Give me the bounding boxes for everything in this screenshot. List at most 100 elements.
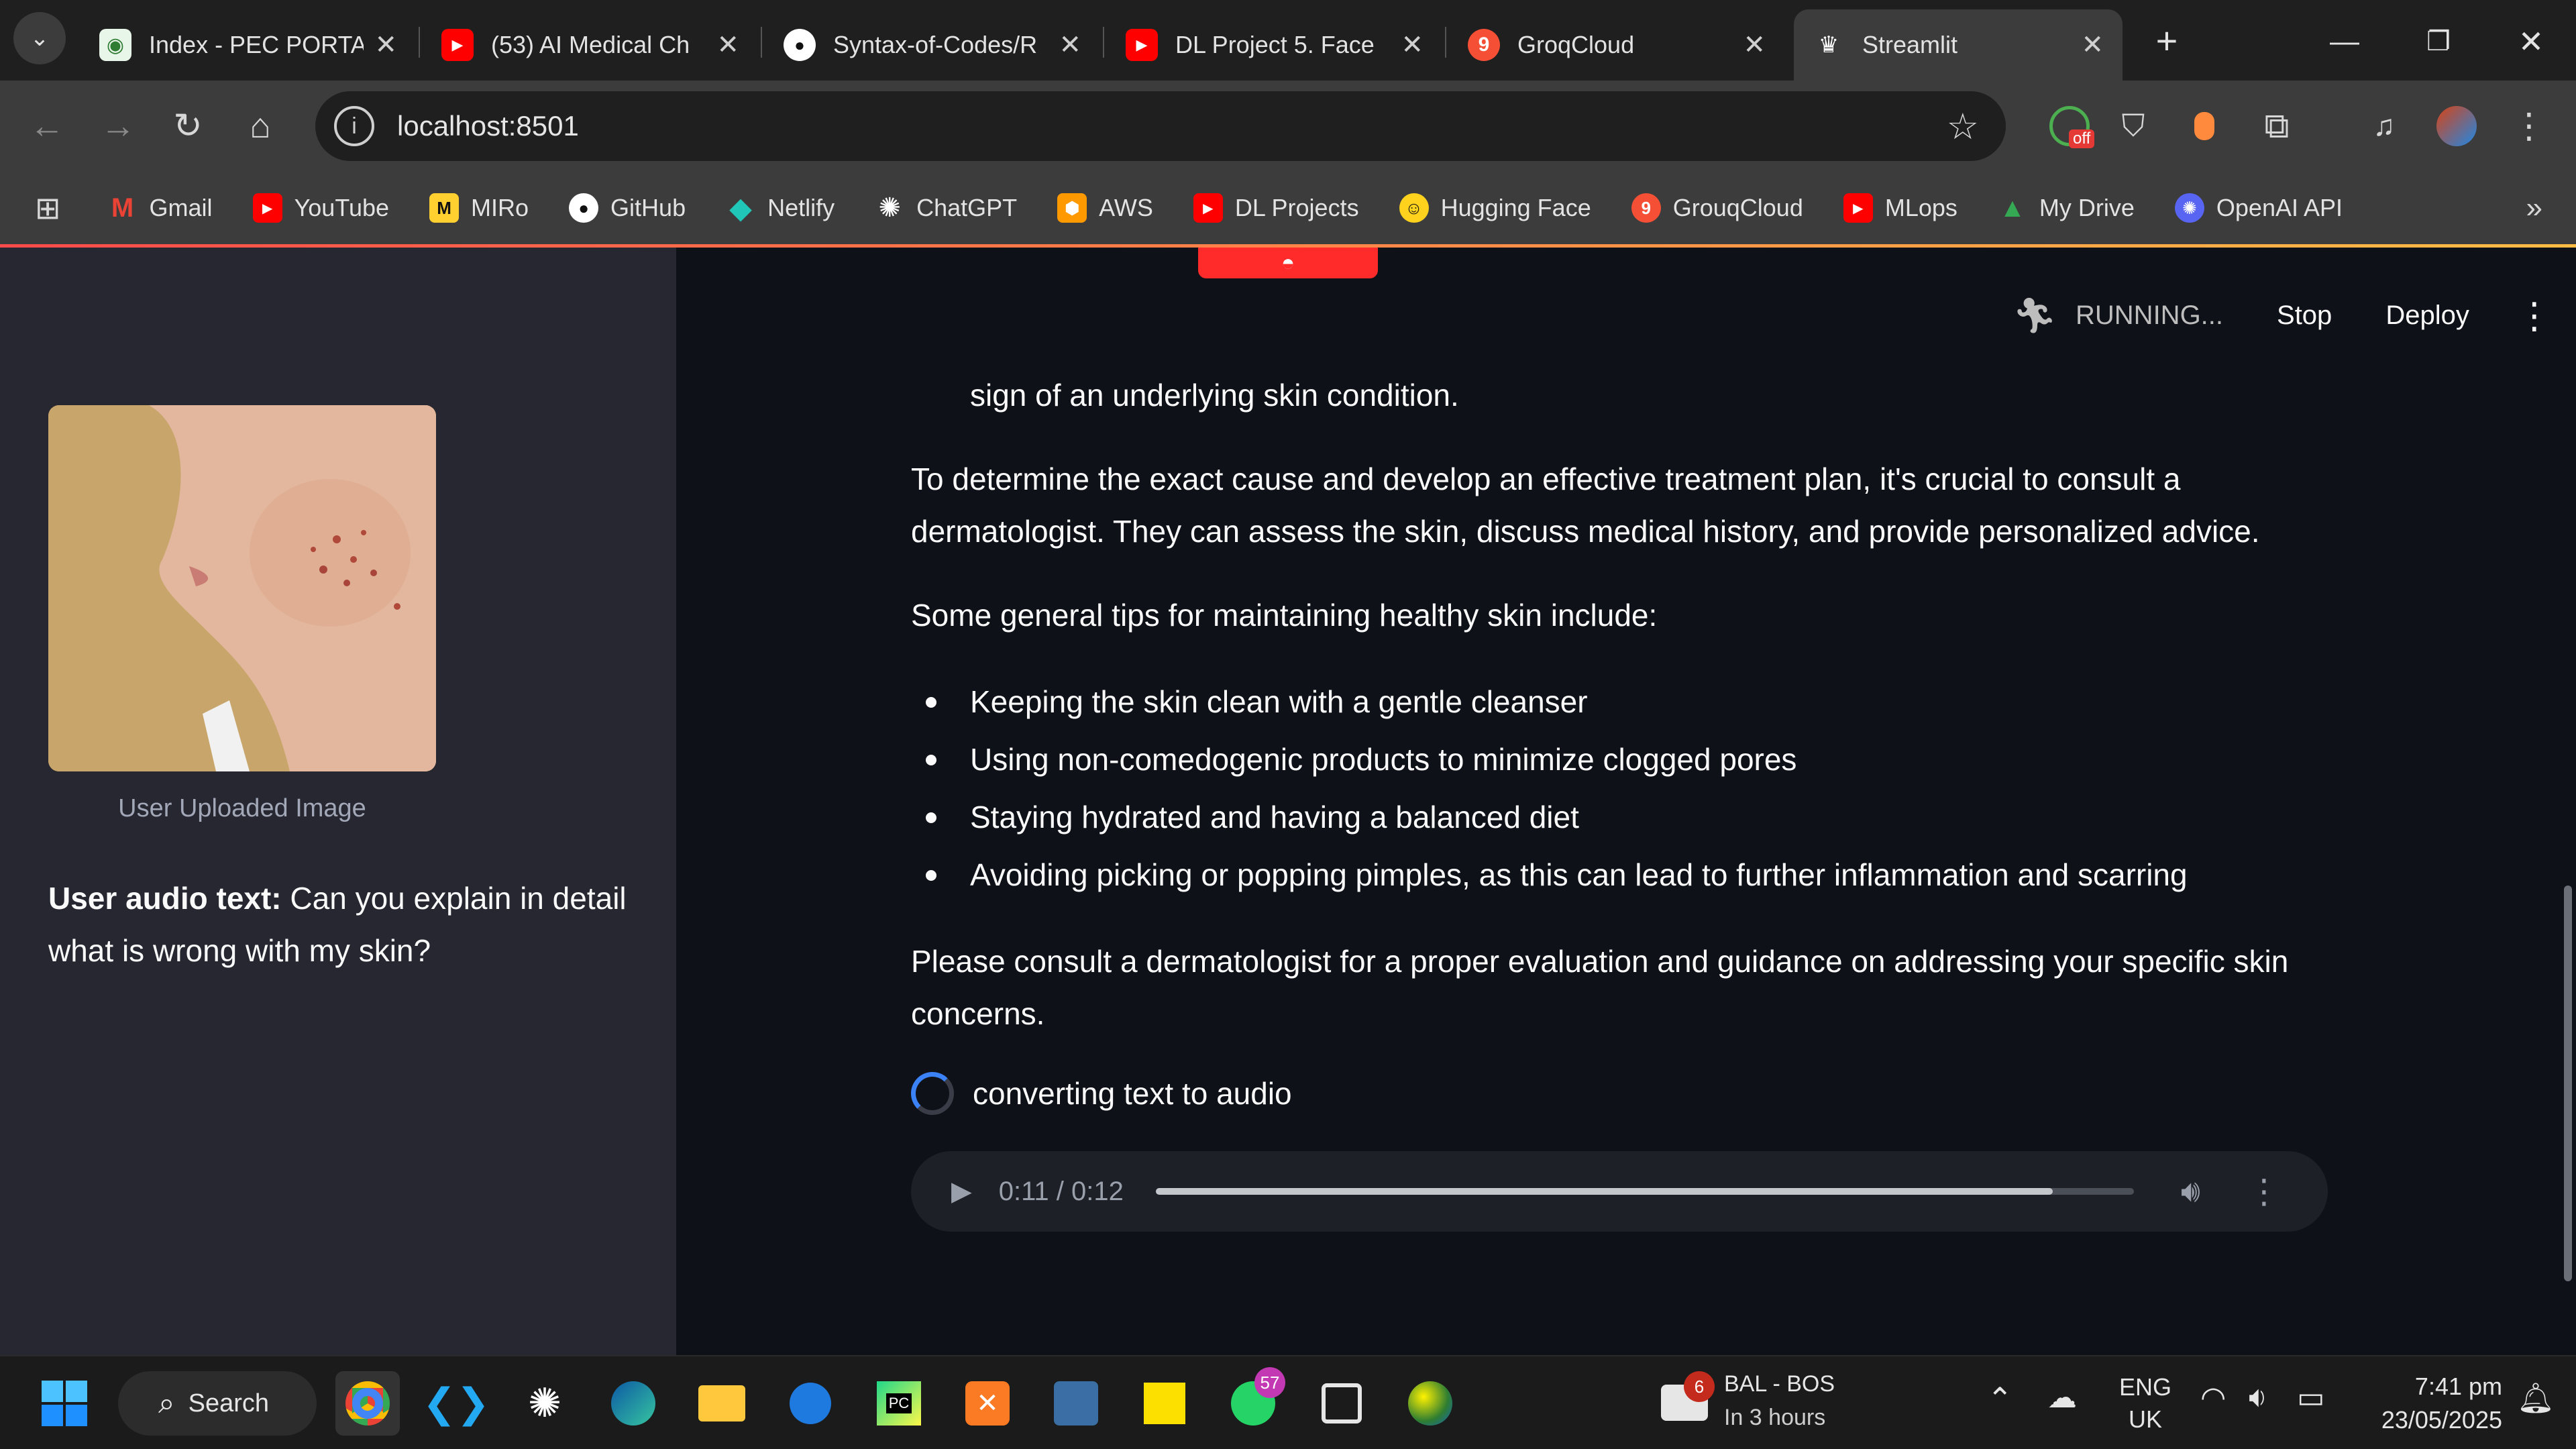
bookmark-youtube[interactable]: ▶ YouTube [252, 193, 389, 223]
tab-title: Syntax-of-Codes/R [833, 31, 1038, 58]
extension-orange-icon[interactable] [2178, 80, 2231, 172]
address-bar[interactable]: i localhost:8501 ☆ [315, 91, 2006, 161]
back-icon[interactable]: ← [20, 80, 74, 172]
home-icon[interactable]: ⌂ [233, 80, 287, 172]
whatsapp-badge: 57 [1254, 1367, 1285, 1398]
wifi-icon[interactable]: ◠ [2200, 1381, 2226, 1415]
close-icon[interactable]: ✕ [1059, 30, 1081, 60]
extension-off-icon[interactable]: off [2039, 80, 2100, 172]
tab-divider [761, 27, 762, 58]
audio-time: 0:11 / 0:12 [998, 1176, 1124, 1206]
app-globe-icon[interactable] [1398, 1371, 1462, 1436]
tab-github[interactable]: ● Syntax-of-Codes/R ✕ [765, 9, 1100, 80]
forward-icon[interactable]: → [91, 80, 145, 172]
audio-more-icon[interactable]: ⋮ [2247, 1172, 2281, 1211]
bookmark-miro[interactable]: M MIRo [429, 193, 529, 223]
tab-groqcloud[interactable]: 9 GroqCloud ✕ [1449, 9, 1784, 80]
running-status: RUNNING... [2076, 300, 2224, 330]
bookmark-label: My Drive [2039, 194, 2135, 221]
stop-button[interactable]: Stop [2277, 301, 2332, 331]
notification-icon[interactable]: 🔔︎ [2517, 1381, 2555, 1415]
media-control-icon[interactable]: ♫ [2357, 80, 2411, 172]
restore-icon[interactable]: ❐ [2408, 15, 2469, 68]
pycharm-icon[interactable]: PC [867, 1371, 931, 1436]
bookmark-github[interactable]: ● GitHub [569, 193, 686, 223]
close-icon[interactable]: ✕ [716, 30, 739, 60]
site-info-icon[interactable]: i [334, 106, 374, 146]
taskbar-search[interactable]: ⌕ Search [118, 1371, 317, 1436]
bookmark-label: AWS [1099, 194, 1153, 221]
streamlit-icon: ♛ [1818, 32, 1839, 58]
apps-grid-icon[interactable]: ⊞ [35, 190, 61, 226]
youtube-icon: ▶ [252, 193, 282, 223]
main-menu-icon[interactable]: ⋮ [2516, 294, 2553, 337]
clock[interactable]: 7:41 pm 23/05/2025 [2355, 1370, 2502, 1437]
main-scrollbar[interactable] [2564, 885, 2572, 1281]
bookmark-gmail[interactable]: M Gmail [108, 193, 213, 223]
battery-icon[interactable]: ▭ [2297, 1381, 2325, 1415]
deploy-button[interactable]: Deploy [2385, 301, 2469, 331]
bookmark-netlify[interactable]: ◆ Netlify [726, 192, 835, 225]
bookmark-groqcloud[interactable]: 9 GrouqCloud [1631, 193, 1803, 223]
tab-ai-medical[interactable]: ▶ (53) AI Medical Ch ✕ [423, 9, 758, 80]
browser-tab-strip: ⌄ ◉ Index - PEC PORTAL ✕ ▶ (53) AI Medic… [0, 0, 2576, 80]
tab-title: DL Project 5. Face [1175, 31, 1375, 58]
bookmarks-bar: ⊞ M Gmail ▶ YouTube M MIRo ● GitHub ◆ Netlify… [0, 172, 2576, 244]
spinner-text: converting text to audio [973, 1076, 1292, 1111]
reload-icon[interactable]: ↻ [161, 80, 215, 172]
whatsapp-icon[interactable]: 57 [1221, 1367, 1285, 1436]
weather-widget[interactable]: 6 BAL - BOS In 3 hours [1661, 1370, 1862, 1437]
avatar[interactable] [2430, 80, 2483, 172]
close-icon[interactable]: ✕ [1743, 30, 1766, 60]
chatgpt-taskbar-icon[interactable]: ✺ [513, 1371, 577, 1436]
list-item: Staying hydrated and having a balanced d… [911, 788, 2293, 846]
xampp-icon[interactable]: ✕ [955, 1371, 1020, 1436]
chrome-menu-icon[interactable]: ⋮ [2502, 80, 2556, 172]
bookmark-openai-api[interactable]: ✺ OpenAI API [2174, 193, 2343, 223]
volume-icon[interactable]: 🔊︎ [2181, 1173, 2200, 1210]
tab-title: Index - PEC PORTAL [149, 31, 364, 58]
bookmark-chatgpt[interactable]: ✺ ChatGPT [875, 193, 1017, 223]
user-uploaded-image [48, 405, 436, 771]
shield-icon[interactable]: ⛉ [2106, 80, 2160, 172]
running-indicator-icon: ◓ [1198, 248, 1378, 278]
mysql-icon[interactable] [1044, 1371, 1108, 1436]
tab-divider [419, 27, 420, 58]
new-tab-button[interactable]: + [2140, 13, 2194, 67]
close-window-icon[interactable]: ✕ [2501, 15, 2561, 68]
bookmark-star-icon[interactable]: ☆ [1947, 105, 1979, 148]
tab-search-button[interactable]: ⌄ [13, 12, 66, 64]
bookmark-dl-projects[interactable]: ▶ DL Projects [1193, 193, 1359, 223]
tab-title: (53) AI Medical Ch [491, 31, 690, 58]
play-icon[interactable]: ▶ [951, 1176, 972, 1207]
chrome-taskbar-icon[interactable] [335, 1371, 400, 1436]
volume-tray-icon[interactable]: 🔉︎ [2249, 1381, 2267, 1414]
tab-pec-portal[interactable]: ◉ Index - PEC PORTAL ✕ [80, 9, 416, 80]
extensions-puzzle-icon[interactable]: ⧉ [2250, 80, 2304, 172]
file-explorer-icon[interactable] [690, 1371, 754, 1436]
sticky-notes-icon[interactable] [1132, 1371, 1197, 1436]
close-icon[interactable]: ✕ [374, 30, 397, 60]
bookmark-my-drive[interactable]: ▲ My Drive [1998, 193, 2135, 223]
onedrive-off-icon[interactable]: ☁ [2047, 1381, 2077, 1415]
browser-toolbar: ← → ↻ ⌂ i localhost:8501 ☆ off ⛉ ⧉ ♫ ⋮ [0, 80, 2576, 172]
bookmark-aws[interactable]: ⬢ AWS [1057, 193, 1153, 223]
snipping-tool-icon[interactable] [1309, 1371, 1374, 1436]
language-indicator[interactable]: ENG UK [2118, 1371, 2172, 1436]
minimize-icon[interactable]: — [2314, 15, 2375, 68]
tab-dl-project[interactable]: ▶ DL Project 5. Face ✕ [1107, 9, 1442, 80]
bookmark-hugging-face[interactable]: ☺ Hugging Face [1399, 193, 1591, 223]
windows-start-icon[interactable] [32, 1371, 97, 1436]
show-hidden-icons[interactable]: ⌃ [1987, 1381, 2013, 1417]
miro-icon: M [429, 193, 460, 223]
edge-icon[interactable] [601, 1371, 665, 1436]
vscode-icon[interactable]: ❮❯ [423, 1371, 490, 1436]
close-icon[interactable]: ✕ [2081, 30, 2104, 60]
audio-seek-bar[interactable] [1155, 1188, 2134, 1195]
close-icon[interactable]: ✕ [1401, 30, 1424, 60]
bookmark-mlops[interactable]: ▶ MLops [1843, 193, 1957, 223]
more-bookmarks-icon[interactable]: » [2526, 191, 2542, 225]
tab-streamlit[interactable]: ♛ Streamlit ✕ [1794, 9, 2123, 80]
youtube-icon: ▶ [1126, 29, 1158, 61]
app-blue-icon[interactable] [778, 1371, 843, 1436]
